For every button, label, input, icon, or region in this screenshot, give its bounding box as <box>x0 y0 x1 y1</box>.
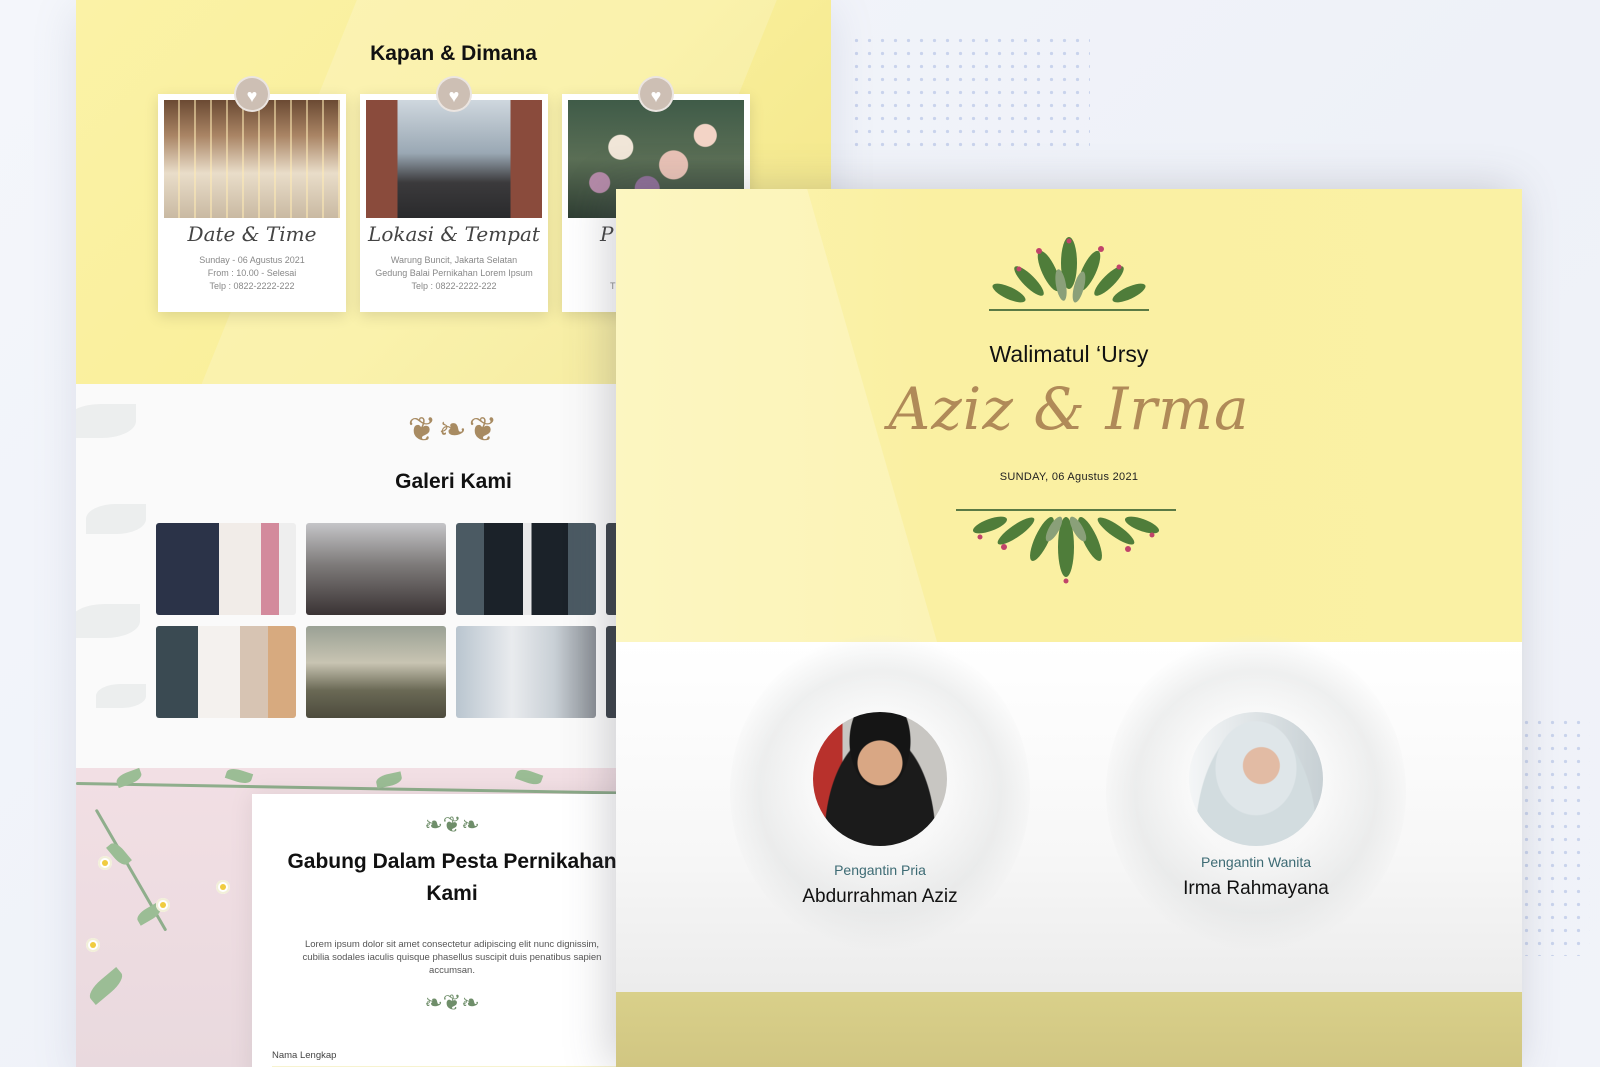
heart-icon: ♥ <box>436 76 472 112</box>
section-title-kapan-dimana: Kapan & Dimana <box>370 42 537 65</box>
couple-names-title: Aziz & Irma <box>888 375 1250 443</box>
bride-role: Pengantin Wanita <box>1201 854 1311 870</box>
rsvp-title: Gabung Dalam Pesta Pernikahan Kami <box>272 846 632 910</box>
card-detail-line: Warung Buncit, Jakarta Selatan <box>390 255 518 265</box>
card-title: Lokasi & Tempat <box>368 222 540 246</box>
bride-name: Irma Rahmayana <box>1183 878 1329 899</box>
leaf-decoration <box>96 684 146 708</box>
card-detail-line: Gedung Balai Pernikahan Lorem Ipsum <box>375 268 533 278</box>
heart-icon: ♥ <box>234 76 270 112</box>
card-detail-line: From : 10.00 - Selesai <box>207 268 297 278</box>
couple-door-photo <box>366 100 542 218</box>
gallery-thumbnail[interactable] <box>456 626 596 718</box>
footer-band <box>616 992 1522 1067</box>
decorative-dot-grid <box>850 34 1090 154</box>
groom-name: Abdurrahman Aziz <box>802 886 958 907</box>
leaf-decoration <box>375 771 403 789</box>
groom-photo <box>813 712 947 846</box>
gallery-thumbnail[interactable] <box>306 626 446 718</box>
gallery-thumbnail[interactable] <box>156 523 296 615</box>
leaf-decoration <box>224 766 254 786</box>
venue-hall-photo <box>164 100 340 218</box>
groom-role: Pengantin Pria <box>834 862 926 878</box>
name-field-label: Nama Lengkap <box>272 1050 337 1061</box>
gallery-thumbnail[interactable] <box>306 523 446 615</box>
leaf-decoration <box>514 766 544 788</box>
rsvp-title-line: Gabung Dalam Pesta Pernikahan <box>287 850 617 873</box>
daisy-icon <box>86 938 100 952</box>
couple-section: Pengantin Pria Abdurrahman Aziz Penganti… <box>616 632 1522 992</box>
gallery-thumbnail[interactable] <box>456 523 596 615</box>
hero-eyebrow: Walimatul ‘Ursy <box>989 341 1149 367</box>
hero-section: Walimatul ‘Ursy Aziz & Irma SUNDAY, 06 A… <box>616 189 1522 642</box>
floral-wreath-top-icon <box>989 237 1149 311</box>
flourish-ornament-icon: ❧❦❧ <box>424 812 480 837</box>
wedding-date: SUNDAY, 06 Agustus 2021 <box>999 471 1139 483</box>
vine-decoration <box>76 782 636 795</box>
leaf-decoration <box>76 604 140 638</box>
card-detail-line: Telp : 0822-2222-222 <box>209 281 295 291</box>
leaf-decoration <box>85 967 127 1005</box>
daisy-icon <box>216 880 230 894</box>
location-card[interactable]: ♥ Lokasi & Tempat Warung Buncit, Jakarta… <box>360 76 548 312</box>
rsvp-description: Lorem ipsum dolor sit amet consectetur a… <box>302 939 602 976</box>
bride-photo <box>1189 712 1323 846</box>
template-preview-front-page: Walimatul ‘Ursy Aziz & Irma SUNDAY, 06 A… <box>616 189 1522 1067</box>
date-time-card[interactable]: ♥ Date & Time Sunday - 06 Agustus 2021 F… <box>158 76 346 312</box>
daisy-icon <box>156 898 170 912</box>
decorative-dot-grid <box>1520 716 1590 956</box>
card-detail-line: Sunday - 06 Agustus 2021 <box>199 255 305 265</box>
leaf-decoration <box>86 504 146 534</box>
daisy-icon <box>98 856 112 870</box>
rsvp-title-line: Kami <box>426 882 478 905</box>
card-title: Date & Time <box>187 222 317 246</box>
heart-icon: ♥ <box>638 76 674 112</box>
card-detail-line: Telp : 0822-2222-222 <box>411 281 497 291</box>
floral-wreath-bottom-icon <box>956 509 1176 584</box>
flourish-ornament-icon: ❧❦❧ <box>424 990 480 1015</box>
gallery-thumbnail[interactable] <box>156 626 296 718</box>
